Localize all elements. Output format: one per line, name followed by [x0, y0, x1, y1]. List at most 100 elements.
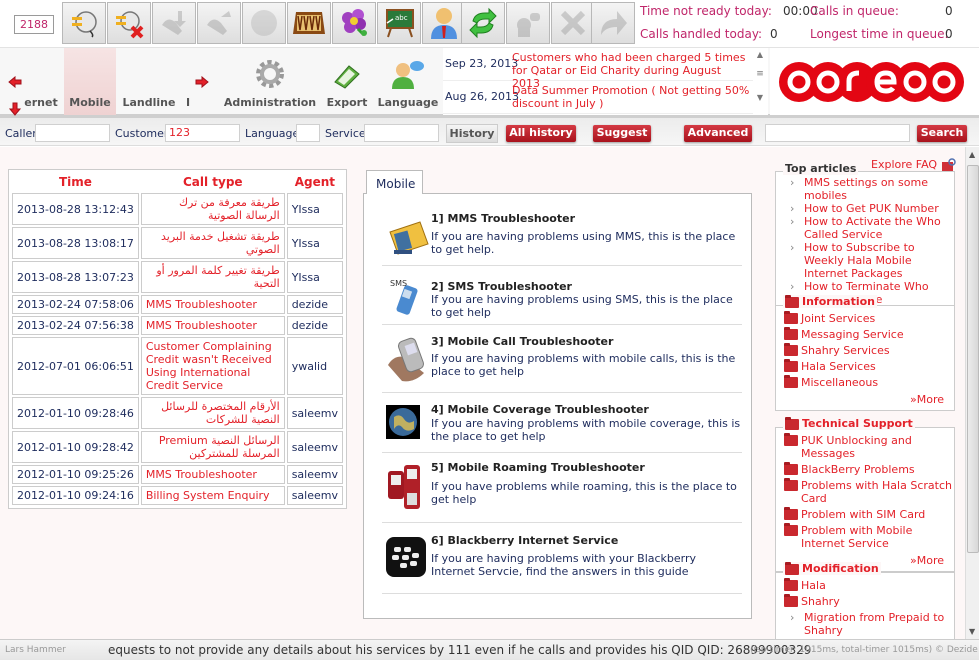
advanced-button[interactable]: Advanced	[684, 125, 752, 142]
category-link[interactable]: Joint Services	[776, 311, 954, 325]
folder-icon	[785, 561, 799, 575]
top-article-link[interactable]: How to Activate the Who Called Service	[776, 215, 952, 241]
category-link[interactable]: Shahry	[776, 594, 954, 608]
transfer-button[interactable]	[591, 2, 635, 44]
search-button[interactable]: Search	[917, 125, 967, 142]
calls-handled-value: 0	[770, 27, 778, 41]
table-row[interactable]: 2013-08-28 13:07:23 طريقة تغيير كلمة المر…	[12, 261, 343, 293]
customer-input[interactable]: 123	[165, 124, 240, 142]
information-category[interactable]: Information	[783, 294, 877, 308]
nav-landline[interactable]: Landline	[118, 48, 180, 115]
call-type-link[interactable]: طريقة معرفة من ترك الرسالة الصوتية	[140, 193, 285, 225]
modification-article-link[interactable]: Migration from Prepaid to Shahry	[776, 611, 954, 637]
table-row[interactable]: 2012-01-10 09:25:26 MMS Troubleshooter sal…	[12, 465, 343, 484]
top-article-link[interactable]: How to Get PUK Number	[776, 202, 952, 215]
refresh-button[interactable]	[461, 2, 505, 44]
status-button[interactable]	[242, 2, 286, 44]
call-type-link[interactable]: الأرقام المختصرة للرسائل النصية للشركات	[140, 397, 285, 429]
top-article-link[interactable]: How to Subscribe to Weekly Hala Mobile I…	[776, 241, 952, 280]
category-link[interactable]: Shahry Services	[776, 343, 954, 357]
service-input[interactable]	[364, 124, 439, 142]
page-scrollbar[interactable]: ▲ ▼	[965, 147, 979, 639]
call-type-link[interactable]: MMS Troubleshooter	[140, 465, 285, 484]
nav-partial[interactable]: I	[182, 48, 194, 115]
technical-support-category[interactable]: Technical Support	[783, 416, 915, 430]
nav-administration[interactable]: Administration	[220, 48, 320, 115]
cancel-button[interactable]	[551, 2, 595, 44]
category-link[interactable]: Miscellaneous	[776, 375, 954, 389]
call-time-cell: 2013-08-28 13:08:17	[12, 227, 139, 259]
table-row[interactable]: 2012-01-10 09:28:42 الرسائل النصية Premiu…	[12, 431, 343, 463]
category-link[interactable]: Hala Services	[776, 359, 954, 373]
call-type-link[interactable]: MMS Troubleshooter	[140, 316, 285, 335]
table-row[interactable]: 2012-01-10 09:28:46 الأرقام المختصرة للرس…	[12, 397, 343, 429]
explore-faq-link[interactable]: Explore FAQ	[871, 158, 957, 172]
agent-id-field[interactable]: 2188	[14, 15, 54, 34]
training-button[interactable]: abc	[377, 2, 421, 44]
user-button[interactable]	[422, 2, 466, 44]
scroll-right-icon[interactable]	[195, 76, 209, 88]
scrollbar-thumb[interactable]	[967, 165, 979, 553]
troubleshooter-item[interactable]: SMS 2] SMS Troubleshooter If you are hav…	[382, 266, 742, 325]
troubleshooter-item[interactable]: 3] Mobile Call Troubleshooter If you are…	[382, 325, 742, 393]
nav-mobile[interactable]: Mobile	[64, 48, 116, 115]
hangup-call-button[interactable]	[197, 2, 241, 44]
sms-phone-icon: SMS	[390, 279, 418, 315]
category-link[interactable]: Problem with Mobile Internet Service	[776, 523, 954, 550]
tab-mobile[interactable]: Mobile	[366, 170, 423, 194]
troubleshooter-item[interactable]: 6] Blackberry Internet Service If you ar…	[382, 523, 742, 594]
table-row[interactable]: 2012-07-01 06:06:51 Customer Complaining …	[12, 337, 343, 395]
caller-input[interactable]	[35, 124, 110, 142]
agent-cell: ywalid	[286, 337, 343, 395]
category-link[interactable]: PUK Unblocking and Messages	[776, 433, 954, 460]
suggest-button[interactable]: Suggest	[593, 125, 651, 142]
logged-in-user: Lars Hammer	[5, 645, 66, 655]
folder-icon	[784, 462, 798, 475]
troubleshooter-item[interactable]: 1] MMS Troubleshooter If you are having …	[382, 210, 742, 266]
news-ticker: Sep 23, 2013 Customers who had been char…	[443, 48, 768, 115]
table-row[interactable]: 2013-08-28 13:08:17 طريقة تشغيل خدمة البر…	[12, 227, 343, 259]
category-link[interactable]: Messaging Service	[776, 327, 954, 341]
information-more-link[interactable]: »More	[776, 393, 954, 406]
scroll-up-arrow[interactable]: ▲	[969, 150, 975, 159]
top-article-link[interactable]: MMS settings on some mobiles	[776, 176, 952, 202]
table-row[interactable]: 2013-02-24 07:58:06 MMS Troubleshooter dez…	[12, 295, 343, 314]
call-type-link[interactable]: Customer Complaining Credit wasn't Recei…	[140, 337, 285, 395]
troubleshooter-item[interactable]: 5] Mobile Roaming Troubleshooter If you …	[382, 453, 742, 523]
news-item[interactable]: Aug 26, 2013 Data Summer Promotion ( Not…	[443, 81, 753, 114]
call-type-link[interactable]: MMS Troubleshooter	[140, 295, 285, 314]
nav-internet[interactable]: ernet	[20, 48, 62, 115]
flower-button[interactable]	[332, 2, 376, 44]
category-link[interactable]: Hala	[776, 578, 954, 592]
answer-call-button[interactable]	[152, 2, 196, 44]
news-item[interactable]: Sep 23, 2013 Customers who had been char…	[443, 48, 753, 90]
scroll-down-arrow[interactable]: ▼	[969, 627, 975, 636]
category-link[interactable]: Problems with Hala Scratch Card	[776, 478, 954, 505]
category-link[interactable]: BlackBerry Problems	[776, 462, 954, 476]
news-scrollbar[interactable]: ▲ ≡ ▼	[753, 48, 767, 115]
all-history-button[interactable]: All history	[506, 125, 576, 142]
conference-button[interactable]	[506, 2, 550, 44]
user-icon	[431, 8, 457, 39]
call-type-link[interactable]: طريقة تشغيل خدمة البريد الصوتي	[140, 227, 285, 259]
backgammon-button[interactable]	[287, 2, 331, 44]
call-time-cell: 2013-08-28 13:07:23	[12, 261, 139, 293]
call-type-link[interactable]: الرسائل النصية Premium المرسلة للمشتركين	[140, 431, 285, 463]
history-button[interactable]: History	[446, 124, 498, 143]
category-link[interactable]: Problem with SIM Card	[776, 507, 954, 521]
call-type-link[interactable]: Billing System Enquiry	[140, 486, 285, 505]
table-row[interactable]: 2013-02-24 07:56:38 MMS Troubleshooter dez…	[12, 316, 343, 335]
table-row[interactable]: 2013-08-28 13:12:43 طريقة معرفة من ترك ال…	[12, 193, 343, 225]
language-input[interactable]	[296, 124, 320, 142]
search-input[interactable]	[765, 124, 910, 142]
nav-export[interactable]: Export	[322, 48, 372, 115]
nav-language[interactable]: Language	[376, 48, 440, 115]
folder-icon	[784, 375, 798, 388]
troubleshooter-item[interactable]: 4] Mobile Coverage Troubleshooter If you…	[382, 393, 742, 453]
modification-category[interactable]: Modification	[783, 561, 881, 575]
logout-phone-button[interactable]	[107, 2, 151, 44]
login-phone-button[interactable]	[62, 2, 106, 44]
call-type-link[interactable]: طريقة تغيير كلمة المرور أو التحية	[140, 261, 285, 293]
table-row[interactable]: 2012-01-10 09:24:16 Billing System Enquir…	[12, 486, 343, 505]
agent-cell: YIssa	[286, 193, 343, 225]
